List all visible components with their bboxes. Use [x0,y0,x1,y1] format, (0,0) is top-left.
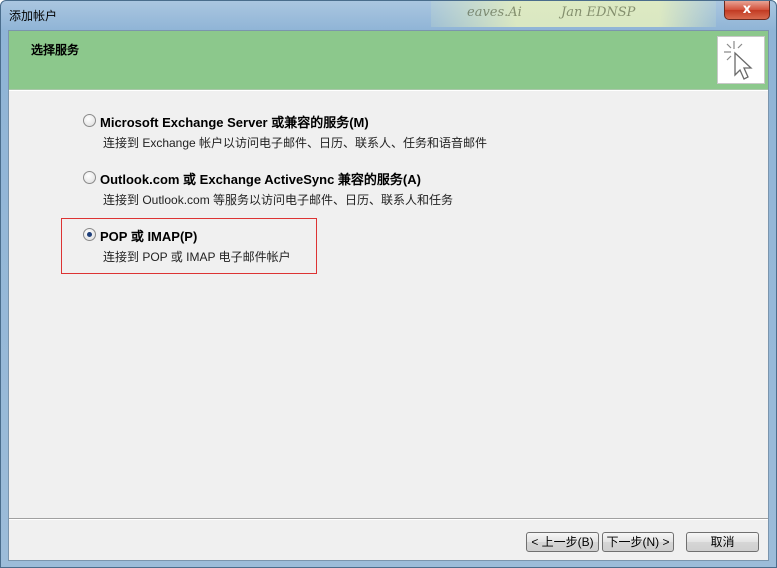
next-button[interactable]: 下一步(N) > [602,532,674,552]
cancel-button[interactable]: 取消 [686,532,759,552]
title-deco-text-1: eaves.Ai [467,5,522,20]
back-button[interactable]: < 上一步(B) [526,532,599,552]
title-bar-decoration: eaves.Ai Jan EDNSP [431,1,716,27]
window-title: 添加帐户 [9,9,58,23]
option-exchange-description: 连接到 Exchange 帐户以访问电子邮件、日历、联系人、任务和语音邮件 [103,136,488,150]
header-divider [9,90,768,91]
add-account-dialog: 添加帐户 eaves.Ai Jan EDNSP x 选择服务 Microsoft… [0,0,777,568]
cursor-click-icon [717,36,765,84]
title-bar[interactable]: 添加帐户 eaves.Ai Jan EDNSP x [1,1,776,29]
radio-pop-imap[interactable] [83,228,96,241]
wizard-header: 选择服务 [9,31,768,90]
option-outlook-com-description: 连接到 Outlook.com 等服务以访问电子邮件、日历、联系人和任务 [103,193,454,207]
radio-outlook-com[interactable] [83,171,96,184]
dialog-body: 选择服务 Microsoft Exchange Server 或兼容的服务(M) [8,30,769,561]
option-pop-imap-label[interactable]: POP 或 IMAP(P) [100,226,197,245]
title-deco-text-2: Jan EDNSP [561,5,636,20]
option-pop-imap-description: 连接到 POP 或 IMAP 电子邮件帐户 [103,250,291,264]
option-outlook-com-label[interactable]: Outlook.com 或 Exchange ActiveSync 兼容的服务(… [100,169,421,188]
option-exchange-label[interactable]: Microsoft Exchange Server 或兼容的服务(M) [100,112,369,131]
page-title: 选择服务 [31,43,80,57]
footer-divider [9,518,768,520]
close-button[interactable]: x [724,1,770,20]
radio-exchange[interactable] [83,114,96,127]
